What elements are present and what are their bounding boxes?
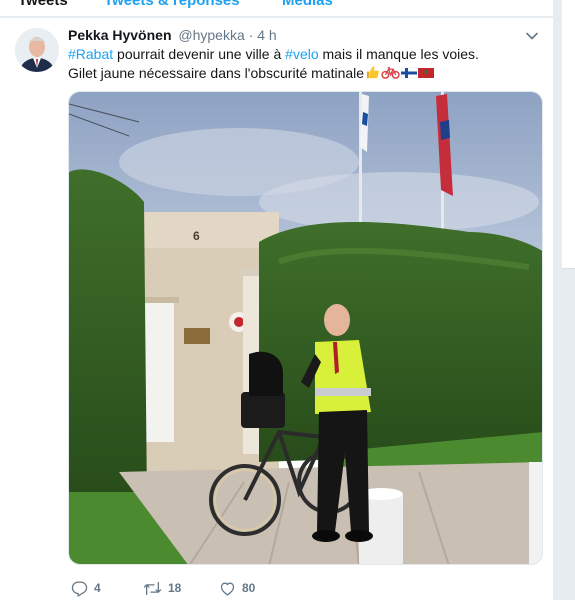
separator-dot: · — [248, 27, 254, 43]
tweet-card[interactable]: Pekka Hyvönen @hypekka · 4 h #Rabat pour… — [0, 17, 553, 600]
reply-action[interactable]: 4 — [71, 578, 101, 598]
hashtag-velo[interactable]: #velo — [285, 46, 318, 62]
thumbs-up-emoji — [366, 66, 379, 79]
right-sidebar — [562, 0, 575, 600]
tab-tweets-and-replies[interactable]: Tweets & réponses — [104, 0, 240, 9]
finland-flag-emoji — [401, 67, 418, 79]
sidebar-edge — [562, 268, 575, 600]
tweet-text-part-1: pourrait devenir une ville à — [113, 46, 286, 62]
timestamp[interactable]: 4 h — [257, 27, 276, 43]
profile-tabs: Tweets Tweets & réponses Médias — [0, 0, 553, 16]
tweet-photo[interactable]: 6 — [68, 91, 543, 565]
house-number: 6 — [193, 229, 200, 243]
reply-icon[interactable] — [71, 580, 88, 597]
tweet-text-part-2: mais il manque les voies. — [318, 46, 479, 62]
retweet-icon[interactable] — [143, 580, 162, 597]
bicycle-emoji — [381, 67, 400, 79]
reply-count: 4 — [94, 581, 101, 595]
tweet-actions: 4 18 80 — [68, 578, 468, 598]
like-action[interactable]: 80 — [219, 578, 255, 598]
avatar[interactable] — [15, 28, 59, 72]
author-handle[interactable]: @hypekka — [178, 27, 244, 43]
chevron-down-icon[interactable] — [524, 28, 540, 44]
retweet-count: 18 — [168, 581, 182, 595]
like-count: 80 — [242, 581, 256, 595]
hashtag-rabat[interactable]: #Rabat — [68, 46, 113, 62]
tweet-text-line-2: Gilet jaune nécessaire dans l'obscurité … — [68, 64, 538, 83]
tweet-text: #Rabat pourrait devenir une ville à #vel… — [68, 45, 538, 83]
tab-tweets[interactable]: Tweets — [18, 0, 68, 9]
tweet-text-line-1: #Rabat pourrait devenir une ville à #vel… — [68, 45, 538, 64]
morocco-flag-emoji — [418, 68, 435, 78]
like-icon[interactable] — [219, 580, 236, 597]
tweet-text-line-2-text: Gilet jaune nécessaire dans l'obscurité … — [68, 65, 365, 81]
retweet-action[interactable]: 18 — [143, 578, 181, 598]
tweet-header: Pekka Hyvönen @hypekka · 4 h — [68, 26, 277, 44]
tab-media[interactable]: Médias — [282, 0, 333, 9]
author-name[interactable]: Pekka Hyvönen — [68, 27, 172, 43]
